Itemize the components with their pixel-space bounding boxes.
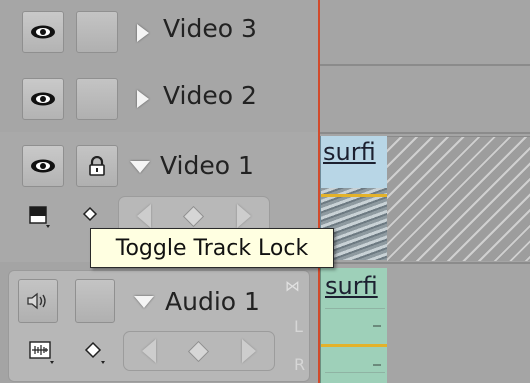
timeline-track-divider — [318, 132, 530, 134]
toggle-track-lock-button[interactable] — [76, 11, 118, 53]
add-keyframe-icon[interactable] — [183, 205, 205, 227]
display-style-icon — [29, 206, 50, 228]
toggle-track-lock-button[interactable] — [75, 279, 115, 323]
toggle-track-lock-button[interactable] — [76, 145, 118, 187]
audio-track-header-panel: Audio 1 ⋈ L R — [8, 270, 310, 382]
triangle-down-icon[interactable] — [130, 161, 150, 173]
track-name: Audio 1 — [165, 287, 260, 316]
toggle-track-output-button[interactable] — [22, 11, 64, 53]
eye-icon — [31, 92, 55, 106]
toggle-track-output-button[interactable] — [22, 145, 64, 187]
next-keyframe-icon[interactable] — [237, 204, 252, 228]
volume-keyframe-line[interactable] — [321, 344, 387, 347]
waveform-display-icon — [29, 341, 54, 364]
empty-track-region — [387, 136, 530, 261]
toggle-track-output-button[interactable] — [18, 279, 58, 323]
add-keyframe-icon[interactable] — [188, 340, 210, 362]
triangle-right-icon[interactable] — [137, 24, 149, 42]
timeline-track-divider — [318, 64, 530, 66]
timeline-track-divider — [318, 262, 530, 264]
waveform-baseline — [325, 372, 385, 373]
waveform-baseline — [325, 308, 385, 309]
toggle-track-lock-button[interactable] — [76, 78, 118, 120]
channel-label-left: L — [294, 317, 303, 336]
channel-label-right: R — [294, 355, 306, 374]
triangle-down-icon[interactable] — [134, 296, 154, 308]
prev-keyframe-icon[interactable] — [136, 204, 151, 228]
track-header-video-3: Video 3 — [0, 0, 318, 64]
link-icon: ⋈ — [285, 277, 300, 295]
track-name: Video 2 — [163, 81, 257, 110]
keyframe-navigator — [123, 331, 275, 371]
track-header-video-2: Video 2 — [0, 64, 318, 132]
lock-icon — [89, 156, 105, 176]
prev-keyframe-icon[interactable] — [141, 339, 156, 363]
opacity-keyframe-line[interactable] — [321, 194, 387, 197]
clip-label: surfi — [323, 138, 376, 166]
triangle-right-icon[interactable] — [137, 90, 149, 108]
tooltip: Toggle Track Lock — [90, 228, 334, 268]
waveform-mark — [373, 325, 381, 327]
set-display-style-button[interactable] — [28, 205, 52, 229]
show-keyframes-button[interactable] — [83, 340, 109, 366]
keyframe-icon — [84, 341, 105, 364]
audio-clip[interactable]: surfi — [320, 268, 387, 383]
next-keyframe-icon[interactable] — [242, 339, 257, 363]
eye-icon — [31, 25, 55, 39]
eye-icon — [31, 159, 55, 173]
playhead[interactable] — [318, 0, 320, 383]
waveform-mark — [373, 364, 381, 366]
clip-label: surfi — [325, 272, 378, 300]
track-name: Video 1 — [160, 151, 254, 180]
track-name: Video 3 — [163, 14, 257, 43]
speaker-icon — [27, 292, 46, 310]
keyframe-icon — [82, 206, 98, 222]
show-keyframes-button[interactable] — [80, 204, 104, 228]
set-display-style-button[interactable] — [28, 339, 56, 365]
toggle-track-output-button[interactable] — [22, 78, 64, 120]
